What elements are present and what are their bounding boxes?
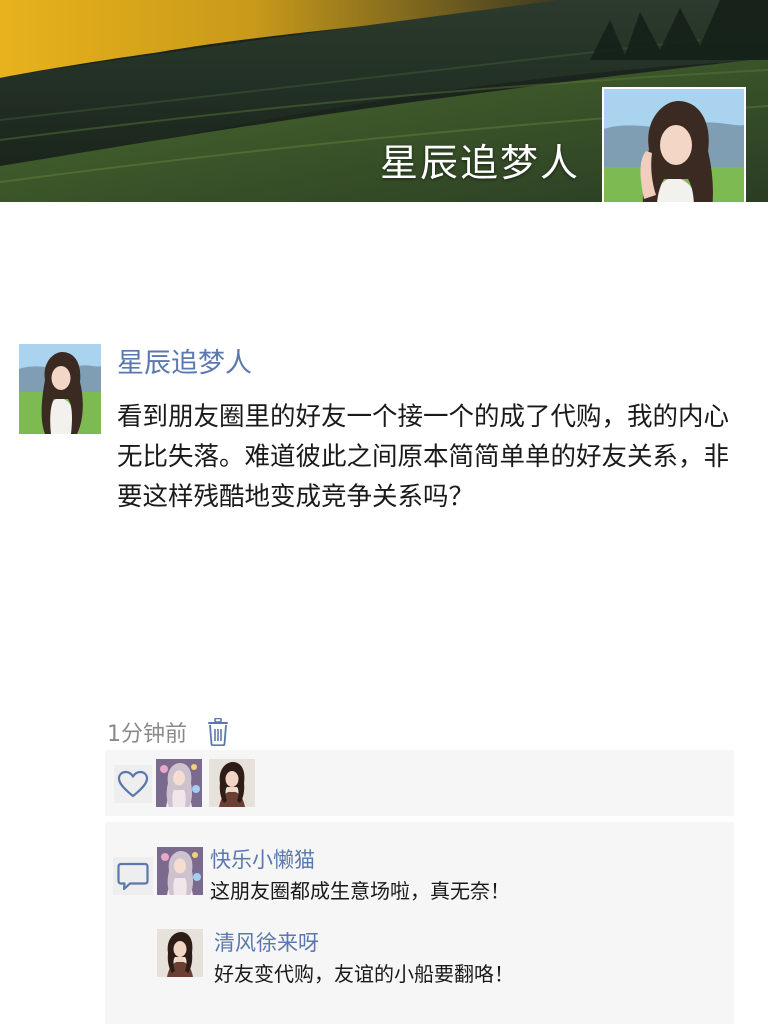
post-author-avatar[interactable]: [19, 344, 101, 434]
comment-username[interactable]: 清风徐来呀: [214, 927, 319, 957]
comment-text: 这朋友圈都成生意场啦，真无奈！: [210, 879, 510, 903]
avatar-portrait-image: [157, 847, 203, 895]
comment-text: 好友变代购，友谊的小船要翻咯！: [214, 962, 514, 986]
avatar-portrait-image: [209, 759, 255, 807]
comment-username[interactable]: 快乐小懒猫: [210, 844, 315, 874]
avatar-portrait-image: [19, 344, 101, 434]
comment-icon: [117, 862, 149, 891]
likes-panel: [105, 750, 734, 816]
cover-banner: 星辰追梦人: [0, 0, 768, 202]
post-timestamp: 1分钟前: [107, 722, 187, 747]
liker-avatar[interactable]: [209, 759, 255, 807]
cover-avatar[interactable]: [602, 87, 746, 202]
cover-username: 星辰追梦人: [379, 141, 580, 185]
post-content: 看到朋友圈里的好友一个接一个的成了代购，我的内心无比失落。难道彼此之间原本简简单…: [117, 402, 730, 512]
like-indicator: [114, 765, 152, 803]
avatar-portrait-image: [156, 759, 202, 807]
post-author-name[interactable]: 星辰追梦人: [117, 341, 252, 380]
avatar-portrait-image: [604, 89, 744, 202]
comment-indicator: [113, 857, 153, 895]
heart-icon: [117, 770, 149, 798]
post-meta-row: 1分钟前: [107, 716, 229, 748]
trash-icon[interactable]: [207, 718, 229, 746]
commenter-avatar[interactable]: [157, 847, 203, 895]
liker-avatar[interactable]: [156, 759, 202, 807]
comments-panel: 快乐小懒猫 这朋友圈都成生意场啦，真无奈！ 清风徐来呀 好友变代购，友谊的小船要…: [105, 822, 734, 1024]
avatar-portrait-image: [157, 929, 203, 977]
commenter-avatar[interactable]: [157, 929, 203, 977]
